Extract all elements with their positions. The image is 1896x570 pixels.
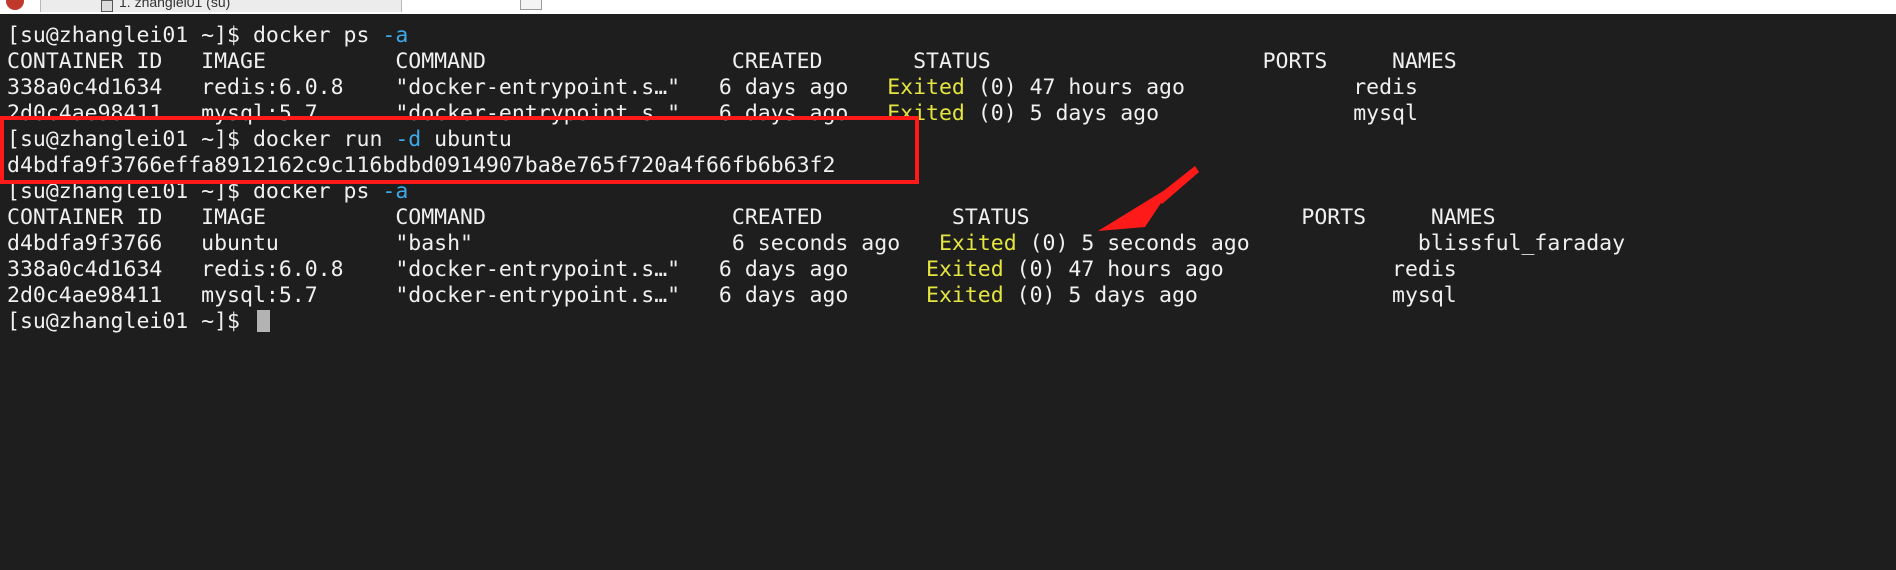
row-prefix: 338a0c4d1634 redis:6.0.8 "docker-entrypo…	[7, 75, 888, 100]
terminal-cursor	[256, 310, 270, 332]
row-suffix: (0) 47 hours ago redis	[964, 75, 1418, 100]
tab-title: 1. zhanglei01 (su)	[119, 0, 231, 10]
terminal-output[interactable]: [su@zhanglei01 ~]$ docker ps -a CONTAINE…	[0, 14, 1896, 570]
command-option: -a	[382, 23, 409, 48]
tab-session[interactable]: 1. zhanglei01 (su)	[40, 0, 402, 12]
row-prefix: d4bdfa9f3766 ubuntu "bash" 6 seconds ago	[7, 231, 939, 256]
status-badge: Exited	[926, 283, 1004, 308]
table-row: 338a0c4d1634 redis:6.0.8 "docker-entrypo…	[7, 75, 1418, 101]
terminal-line[interactable]: [su@zhanglei01 ~]$	[7, 309, 270, 335]
row-suffix: (0) 5 days ago mysql	[1003, 283, 1457, 308]
row-suffix: (0) 47 hours ago redis	[1003, 257, 1457, 282]
table-header: CONTAINER ID IMAGE COMMAND CREATED STATU…	[7, 49, 1457, 74]
row-prefix: 338a0c4d1634 redis:6.0.8 "docker-entrypo…	[7, 257, 927, 282]
tab-bar: 1. zhanglei01 (su)	[0, 0, 1896, 14]
table-row: 338a0c4d1634 redis:6.0.8 "docker-entrypo…	[7, 257, 1457, 283]
row-prefix: 2d0c4ae98411 mysql:5.7 "docker-entrypoin…	[7, 283, 927, 308]
table-row: d4bdfa9f3766 ubuntu "bash" 6 seconds ago…	[7, 231, 1625, 257]
terminal-icon	[101, 0, 113, 12]
row-suffix: (0) 5 seconds ago blissful_faraday	[1016, 231, 1626, 256]
command-text: docker ps	[252, 23, 383, 48]
shell-prompt: [su@zhanglei01 ~]$	[7, 309, 253, 334]
app-logo-icon[interactable]	[6, 0, 24, 10]
status-badge: Exited	[887, 75, 965, 100]
shell-prompt: [su@zhanglei01 ~]$	[7, 23, 253, 48]
highlight-box	[0, 116, 919, 184]
table-header: CONTAINER ID IMAGE COMMAND CREATED STATU…	[7, 205, 1496, 230]
row-suffix: (0) 5 days ago mysql	[964, 101, 1418, 126]
terminal-line: [su@zhanglei01 ~]$ docker ps -a	[7, 23, 408, 49]
table-row: 2d0c4ae98411 mysql:5.7 "docker-entrypoin…	[7, 283, 1457, 309]
status-badge: Exited	[938, 231, 1017, 256]
new-tab-button[interactable]	[520, 0, 542, 10]
status-badge: Exited	[926, 257, 1004, 282]
